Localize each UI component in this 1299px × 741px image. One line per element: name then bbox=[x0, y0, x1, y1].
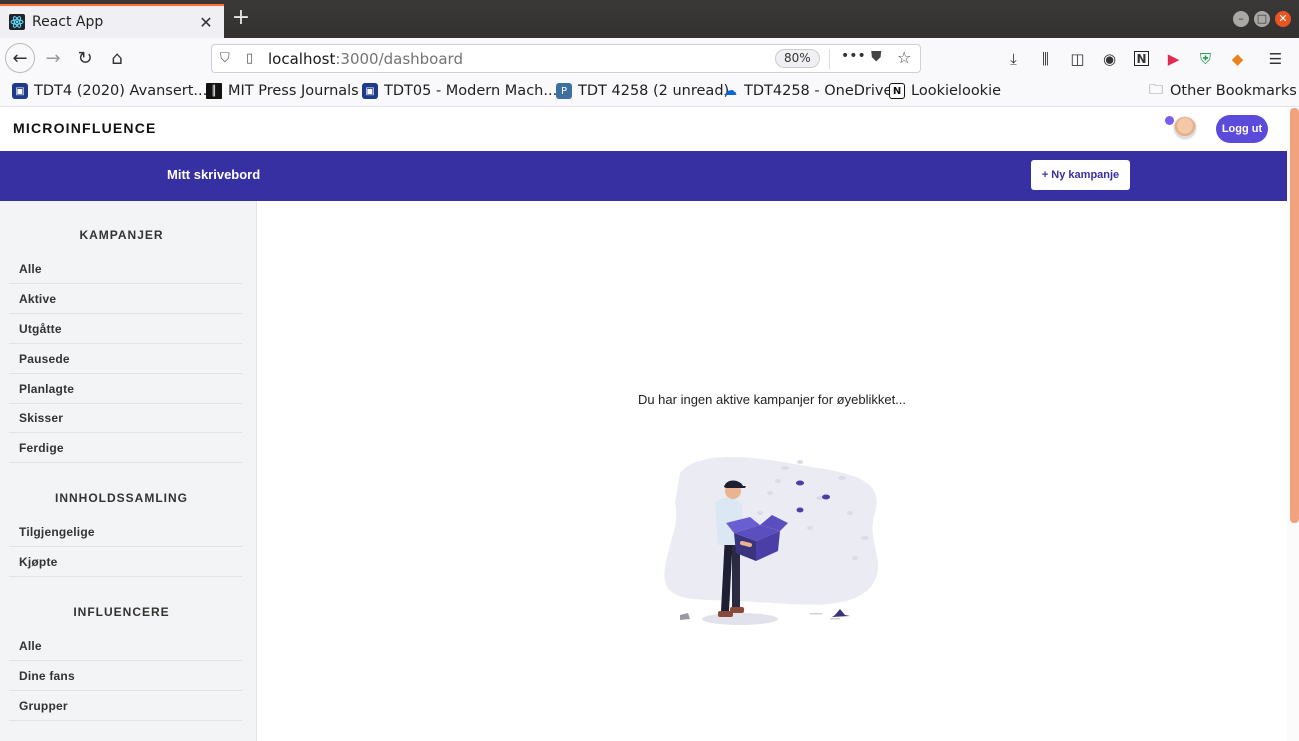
bookmark-item[interactable]: ║ MIT Press Journals bbox=[206, 83, 359, 99]
sidebar: KAMPANJER Alle Aktive Utgåtte Pausede Pl… bbox=[0, 201, 257, 741]
cloud-icon: ☁ bbox=[723, 83, 737, 99]
bookmark-item[interactable]: N Lookielookie bbox=[889, 83, 1001, 99]
page-scrollbar[interactable] bbox=[1287, 108, 1299, 741]
bookmark-favicon-icon: ▣ bbox=[12, 83, 28, 99]
notion-extension-icon[interactable]: N bbox=[1134, 51, 1149, 66]
sidebar-item-label: Skisser bbox=[19, 411, 64, 425]
sidebar-item-purchased[interactable]: Kjøpte bbox=[9, 547, 242, 577]
url-divider bbox=[829, 49, 830, 69]
browser-tab[interactable]: React App ✕ bbox=[0, 4, 224, 38]
bookmark-favicon-icon: P bbox=[556, 83, 572, 99]
sidebar-item-label: Pausede bbox=[19, 352, 70, 366]
sidebar-item-available[interactable]: Tilgjengelige bbox=[9, 517, 242, 547]
bookmark-favicon-icon: ▣ bbox=[362, 83, 378, 99]
video-extension-icon[interactable]: ▶ bbox=[1162, 47, 1185, 70]
notion-icon: N bbox=[889, 83, 905, 99]
bookmark-favicon-icon: ║ bbox=[206, 83, 222, 99]
bookmark-item[interactable]: ▣ TDT05 - Modern Mach... bbox=[362, 83, 557, 99]
bookmark-item[interactable]: ▣ TDT4 (2020) Avansert... bbox=[12, 83, 207, 99]
bookmark-label: TDT4258 - OneDrive bbox=[744, 83, 893, 99]
pocket-icon[interactable]: ⛊ bbox=[871, 49, 882, 65]
other-bookmarks[interactable]: 🗀 Other Bookmarks bbox=[1148, 82, 1297, 99]
folder-icon: 🗀 bbox=[1149, 82, 1163, 98]
sidebar-item-label: Alle bbox=[19, 262, 42, 276]
sidebar-item-all-influencers[interactable]: Alle bbox=[9, 631, 242, 661]
sidebar-item-label: Utgåtte bbox=[19, 322, 62, 336]
sidebar-item-label: Alle bbox=[19, 639, 42, 653]
other-bookmarks-label: Other Bookmarks bbox=[1170, 83, 1297, 99]
bookmark-label: TDT 4258 (2 unread) bbox=[578, 83, 730, 99]
page-title: Mitt skrivebord bbox=[167, 167, 261, 182]
bookmark-label: TDT05 - Modern Mach... bbox=[384, 83, 558, 99]
download-icon[interactable]: ⤓ bbox=[1002, 47, 1025, 70]
url-text[interactable]: localhost:3000/dashboard bbox=[268, 50, 463, 68]
scrollbar-thumb[interactable] bbox=[1290, 108, 1299, 523]
new-tab-button[interactable]: + bbox=[230, 7, 252, 30]
sidebar-item-label: Aktive bbox=[19, 292, 57, 306]
maximize-icon[interactable]: □ bbox=[1254, 11, 1270, 27]
react-icon bbox=[9, 14, 25, 30]
browser-toolbar: ⤓ ⫼ ◫ ◉ N ▶ ⛨ ◆ ☰ bbox=[1002, 47, 1287, 70]
sidebar-item-label: Dine fans bbox=[19, 669, 75, 683]
empty-box-illustration bbox=[664, 456, 879, 625]
bookmarks-bar: ▣ TDT4 (2020) Avansert... ║ MIT Press Jo… bbox=[0, 78, 1299, 107]
browser-tab-bar: React App ✕ + – □ ✕ bbox=[0, 0, 1299, 38]
library-icon[interactable]: ⫼ bbox=[1034, 47, 1057, 70]
sidebar-section-title: INNHOLDSSAMLING bbox=[55, 491, 188, 505]
bookmark-label: MIT Press Journals bbox=[228, 83, 359, 99]
back-arrow-icon[interactable]: ← bbox=[5, 43, 35, 73]
browser-navbar: ← → ↻ ⌂ ⛉ ▯ localhost:3000/dashboard 80%… bbox=[0, 38, 1299, 78]
app-root: MICROINFLUENCE Logg ut Mitt skrivebord +… bbox=[0, 108, 1287, 741]
window-controls: – □ ✕ bbox=[1233, 11, 1291, 27]
sidebar-item-paused[interactable]: Pausede bbox=[9, 344, 242, 374]
sidebar-item-label: Grupper bbox=[19, 699, 68, 713]
url-path: :3000/dashboard bbox=[335, 49, 463, 68]
logout-button[interactable]: Logg ut bbox=[1216, 115, 1268, 143]
page-actions-icon[interactable]: ••• bbox=[841, 48, 866, 64]
sidebar-item-label: Tilgjengelige bbox=[19, 525, 95, 539]
tab-title: React App bbox=[32, 14, 104, 30]
sidebar-item-fans[interactable]: Dine fans bbox=[9, 661, 242, 691]
bookmark-label: Lookielookie bbox=[911, 83, 1002, 99]
empty-state-message: Du har ingen aktive kampanjer for øyebli… bbox=[637, 392, 907, 407]
window-close-icon[interactable]: ✕ bbox=[1275, 11, 1291, 27]
top-navigation: MICROINFLUENCE Logg ut bbox=[0, 108, 1287, 151]
home-icon[interactable]: ⌂ bbox=[102, 43, 132, 73]
sidebar-item-drafts[interactable]: Skisser bbox=[9, 403, 242, 433]
sidebar-item-label: Kjøpte bbox=[19, 555, 58, 569]
sidebar-toggle-icon[interactable]: ◫ bbox=[1066, 47, 1089, 70]
dashboard-banner: Mitt skrivebord + Ny kampanje bbox=[0, 151, 1287, 201]
page-info-icon[interactable]: ▯ bbox=[246, 51, 260, 66]
close-tab-icon[interactable]: ✕ bbox=[194, 13, 218, 32]
sidebar-item-label: Ferdige bbox=[19, 441, 64, 455]
account-icon[interactable]: ◉ bbox=[1098, 47, 1121, 70]
bookmark-star-icon[interactable]: ☆ bbox=[897, 48, 911, 67]
metamask-icon[interactable]: ◆ bbox=[1226, 47, 1249, 70]
sidebar-section-title: INFLUENCERE bbox=[73, 605, 170, 619]
bookmark-item[interactable]: ☁ TDT4258 - OneDrive bbox=[722, 83, 892, 99]
bookmark-item[interactable]: P TDT 4258 (2 unread) bbox=[556, 83, 729, 99]
avatar[interactable] bbox=[1173, 116, 1197, 140]
url-bar[interactable]: ⛉ ▯ localhost:3000/dashboard 80% ••• ⛊ ☆ bbox=[211, 44, 921, 73]
brand-logo[interactable]: MICROINFLUENCE bbox=[13, 120, 157, 136]
menu-icon[interactable]: ☰ bbox=[1264, 47, 1287, 70]
sidebar-item-planned[interactable]: Planlagte bbox=[9, 374, 242, 404]
url-host: localhost bbox=[268, 49, 336, 68]
sidebar-item-expired[interactable]: Utgåtte bbox=[9, 314, 242, 344]
zoom-badge[interactable]: 80% bbox=[775, 49, 820, 68]
forward-arrow-icon[interactable]: → bbox=[38, 43, 68, 73]
bookmark-label: TDT4 (2020) Avansert... bbox=[34, 83, 208, 99]
minimize-icon[interactable]: – bbox=[1233, 11, 1249, 27]
privacy-extension-icon[interactable]: ⛨ bbox=[1194, 47, 1217, 70]
sidebar-item-finished[interactable]: Ferdige bbox=[9, 433, 242, 463]
new-campaign-button[interactable]: + Ny kampanje bbox=[1031, 160, 1130, 190]
sidebar-item-label: Planlagte bbox=[19, 382, 75, 396]
sidebar-item-active[interactable]: Aktive bbox=[9, 284, 242, 314]
shield-icon[interactable]: ⛉ bbox=[220, 51, 236, 66]
sidebar-item-groups[interactable]: Grupper bbox=[9, 691, 242, 721]
reload-icon[interactable]: ↻ bbox=[70, 43, 100, 73]
sidebar-item-all-campaigns[interactable]: Alle bbox=[9, 254, 242, 284]
sidebar-section-title: KAMPANJER bbox=[79, 228, 164, 242]
